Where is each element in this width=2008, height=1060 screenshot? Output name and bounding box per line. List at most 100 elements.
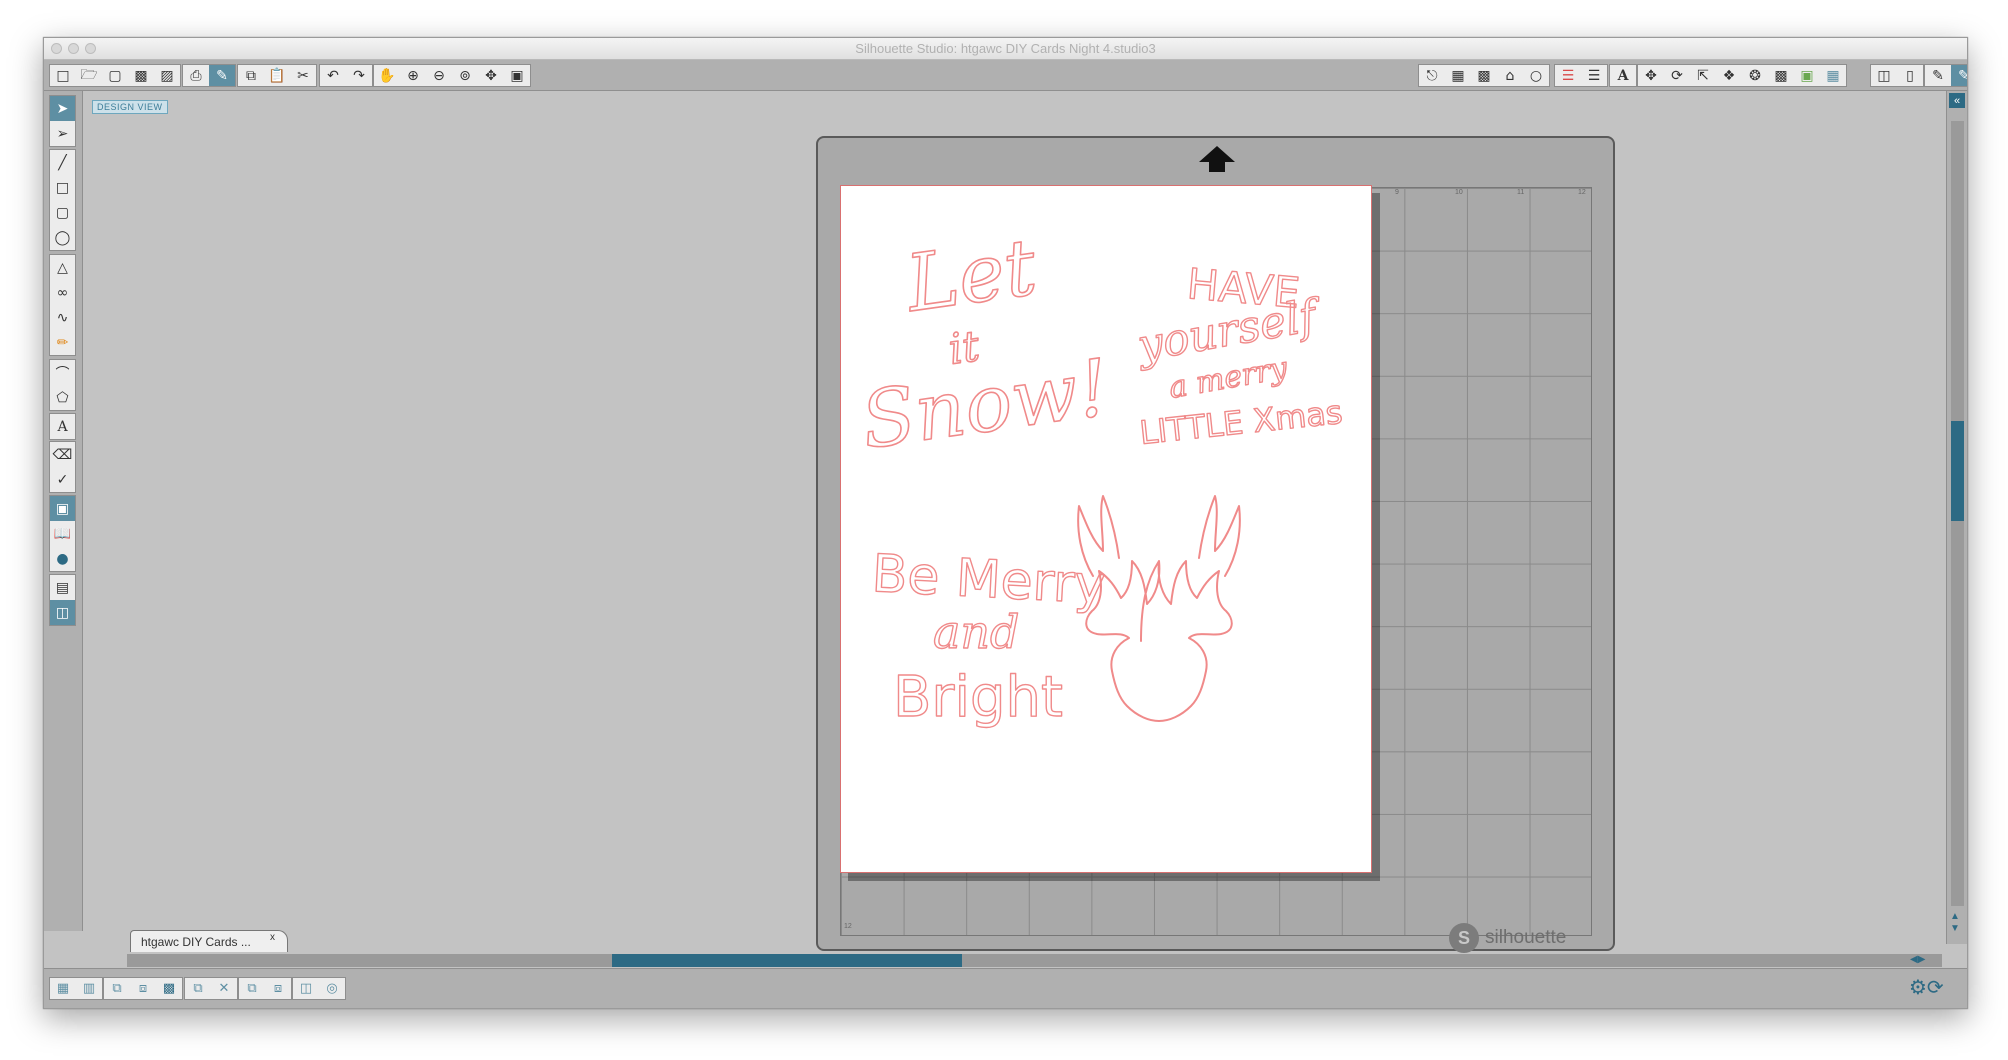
ruler-label: 12 xyxy=(844,923,852,930)
vertical-scrollbar[interactable] xyxy=(1951,121,1964,906)
replicate-icon[interactable]: ❖ xyxy=(1716,65,1742,86)
zoom-select-icon[interactable]: ⊚ xyxy=(452,65,478,86)
view-tools: ✋ ⊕ ⊖ ⊚ ✥ ▣ xyxy=(373,64,531,87)
save-icon[interactable]: ▩ xyxy=(128,65,154,86)
shape-icon[interactable]: ○ xyxy=(1523,65,1549,86)
split-panel-icon[interactable]: ◫ xyxy=(50,600,75,625)
scale-icon[interactable]: ⇱ xyxy=(1690,65,1716,86)
send-backward-icon[interactable]: ⧈ xyxy=(265,978,291,999)
save-library-icon[interactable]: ▨ xyxy=(154,65,180,86)
phrase-snow: Snow! xyxy=(856,343,1115,467)
smooth-freehand-icon[interactable]: ✏ xyxy=(50,330,75,355)
document-tab[interactable]: htgawc DIY Cards ... x xyxy=(130,930,288,952)
zoom-in-icon[interactable]: ⊕ xyxy=(400,65,426,86)
new-doc-icon[interactable]: □ xyxy=(50,65,76,86)
grid-icon[interactable]: ▦ xyxy=(1445,65,1471,86)
history-tools: ↶ ↷ xyxy=(319,64,373,87)
close-tab-icon[interactable]: x xyxy=(270,932,275,943)
rotate-icon[interactable]: ⟳ xyxy=(1664,65,1690,86)
window-title: Silhouette Studio: htgawc DIY Cards Nigh… xyxy=(855,41,1156,56)
redo-icon[interactable]: ↷ xyxy=(346,65,372,86)
print-cut-icon[interactable]: ✎ xyxy=(1925,65,1951,86)
cut-icon[interactable]: ✂ xyxy=(290,65,316,86)
fill-color-icon[interactable]: ▣ xyxy=(1794,65,1820,86)
vertical-scroll-arrows[interactable]: ▲ ▼ xyxy=(1950,911,1960,935)
make-compound-icon[interactable]: ⧉ xyxy=(104,978,130,999)
paste-icon[interactable]: 📋 xyxy=(264,65,290,86)
ungroup-icon[interactable]: ▥ xyxy=(76,978,102,999)
silhouette-store-icon[interactable]: ● xyxy=(50,546,75,571)
release-icon[interactable]: ◫ xyxy=(293,978,319,999)
library-panel-icon[interactable]: ▯ xyxy=(1897,65,1923,86)
trace-icon[interactable]: ▩ xyxy=(1768,65,1794,86)
select-arrow-icon[interactable]: ➤ xyxy=(50,96,75,121)
select-tools: ➤ ➢ xyxy=(49,95,76,147)
fill-pattern-icon[interactable]: ▦ xyxy=(1820,65,1846,86)
template-icon[interactable]: ▢ xyxy=(102,65,128,86)
horizontal-scrollbar[interactable] xyxy=(127,954,1942,967)
rounded-rect-tool-icon[interactable]: ▢ xyxy=(50,200,75,225)
group-tools: ▦ ▥ xyxy=(49,977,103,1000)
silhouette-logo-text: silhouette xyxy=(1485,927,1567,948)
curve-tool-icon[interactable]: ∞ xyxy=(50,280,75,305)
eraser-icon[interactable]: ⌫ xyxy=(50,442,75,467)
page-setup-icon[interactable]: ⎋ xyxy=(1419,65,1445,86)
zoom-out-icon[interactable]: ⊖ xyxy=(426,65,452,86)
library-book-icon[interactable]: 📖 xyxy=(50,521,75,546)
text-style-icon[interactable]: A xyxy=(1610,65,1636,86)
line-tool-icon[interactable]: ╱ xyxy=(50,150,75,175)
offset-icon[interactable]: ❂ xyxy=(1742,65,1768,86)
fit-to-page-icon[interactable]: ▣ xyxy=(504,65,530,86)
erase-tools: ⌫ ✓ xyxy=(49,441,76,493)
delete-icon[interactable]: ✕ xyxy=(211,978,237,999)
polygon-tool-icon[interactable]: △ xyxy=(50,255,75,280)
line-color-icon[interactable]: ☰ xyxy=(1555,65,1581,86)
modify-tools: ⧉ ✕ xyxy=(184,977,238,1000)
pan-icon[interactable]: ✋ xyxy=(374,65,400,86)
phrase-let: Let xyxy=(899,223,1042,330)
group-icon[interactable]: ▦ xyxy=(50,978,76,999)
registration-icon[interactable]: ▩ xyxy=(1471,65,1497,86)
polygon-tools: △ ∞ ∿ ✏ xyxy=(49,254,76,356)
duplicate-icon[interactable]: ⧉ xyxy=(185,978,211,999)
library-icon[interactable]: ⌂ xyxy=(1497,65,1523,86)
weld-icon[interactable]: ▩ xyxy=(156,978,182,999)
knife-icon[interactable]: ✓ xyxy=(50,467,75,492)
feed-direction-arrow-icon xyxy=(1199,146,1235,172)
transform-icon[interactable]: ✥ xyxy=(1638,65,1664,86)
settings-gear-icon[interactable]: ⚙⟳ xyxy=(1909,975,1944,999)
cut-settings-icon[interactable]: ✎ xyxy=(1951,65,1967,86)
right-panel: « ▲ ▼ xyxy=(1946,91,1967,944)
vertical-scroll-thumb[interactable] xyxy=(1951,421,1964,521)
file-tools: □ 🗁 ▢ ▩ ▨ xyxy=(49,64,181,87)
single-panel-icon[interactable]: ▤ xyxy=(50,575,75,600)
design-store-icon[interactable]: ◫ xyxy=(1871,65,1897,86)
misc-tools: ◫ ◎ xyxy=(292,977,346,1000)
undo-icon[interactable]: ↶ xyxy=(320,65,346,86)
horizontal-scroll-thumb[interactable] xyxy=(612,954,962,967)
bring-forward-icon[interactable]: ⧉ xyxy=(239,978,265,999)
ellipse-tool-icon[interactable]: ◯ xyxy=(50,225,75,250)
target-icon[interactable]: ◎ xyxy=(319,978,345,999)
arc-tool-icon[interactable]: ⌒ xyxy=(50,360,75,385)
print-icon[interactable]: ⎙ xyxy=(183,65,209,86)
horizontal-scroll-arrows[interactable]: ◀▶ xyxy=(1910,954,1925,965)
line-style-icon[interactable]: ☰ xyxy=(1581,65,1607,86)
design-view-icon[interactable]: ▣ xyxy=(50,496,75,521)
regular-polygon-icon[interactable]: ⬠ xyxy=(50,385,75,410)
copy-icon[interactable]: ⧉ xyxy=(238,65,264,86)
text-tool-icon[interactable]: A xyxy=(50,414,75,439)
open-icon[interactable]: 🗁 xyxy=(76,65,102,86)
top-toolbar: □ 🗁 ▢ ▩ ▨ ⎙ ✎ ⧉ 📋 ✂ ↶ ↷ ✋ ⊕ ⊖ ⊚ ✥ ▣ ⎋ ▦ … xyxy=(44,60,1967,91)
page[interactable]: Let it Snow! HAVE yourself a merry LITTL… xyxy=(840,185,1372,873)
silhouette-logo-icon: S xyxy=(1449,923,1479,953)
release-compound-icon[interactable]: ⧈ xyxy=(130,978,156,999)
rectangle-tool-icon[interactable]: □ xyxy=(50,175,75,200)
bottom-toolbar: ▦ ▥ ⧉ ⧈ ▩ ⧉ ✕ ⧉ ⧈ ◫ ◎ xyxy=(44,968,1967,1008)
collapse-panel-icon[interactable]: « xyxy=(1949,93,1965,108)
edit-points-icon[interactable]: ➢ xyxy=(50,121,75,146)
send-to-cutter-icon[interactable]: ✎ xyxy=(209,65,235,86)
clipboard-tools: ⧉ 📋 ✂ xyxy=(237,64,317,87)
freehand-tool-icon[interactable]: ∿ xyxy=(50,305,75,330)
zoom-drag-icon[interactable]: ✥ xyxy=(478,65,504,86)
